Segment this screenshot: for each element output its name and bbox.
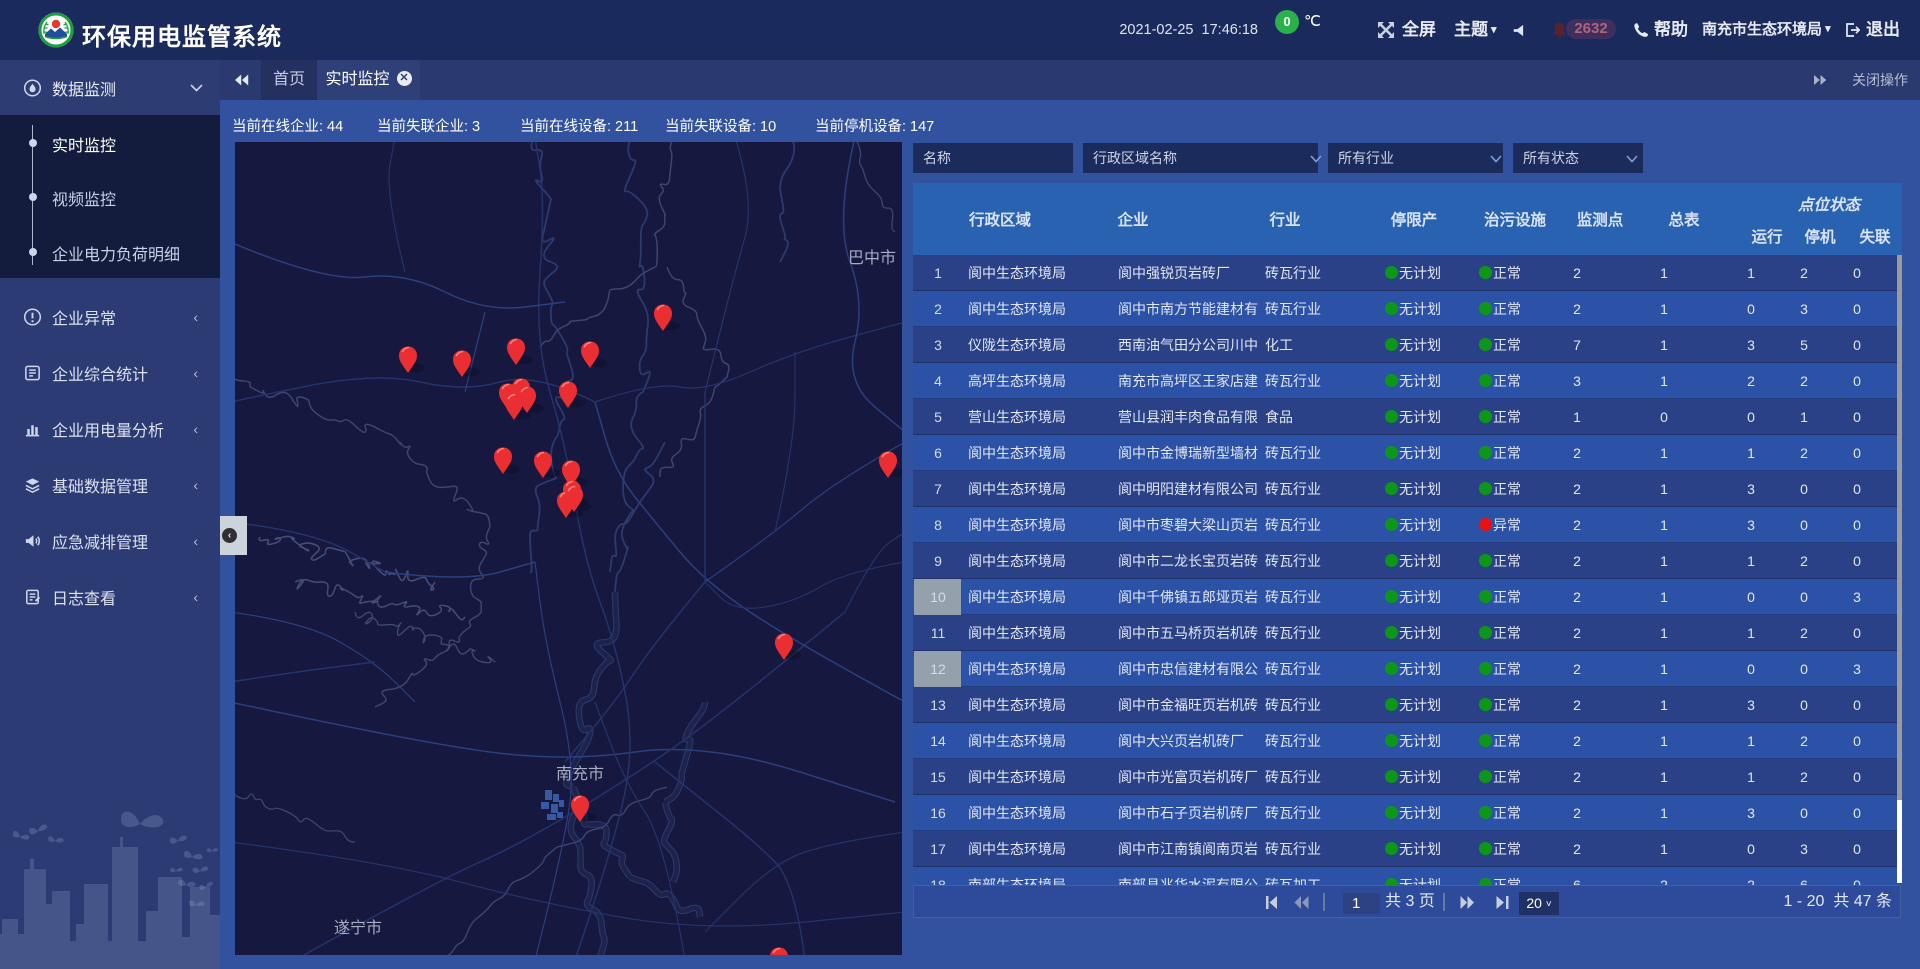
svg-text:遂宁市: 遂宁市: [334, 919, 382, 937]
svg-text:巴中市: 巴中市: [848, 249, 896, 267]
svg-text:南充市: 南充市: [556, 765, 604, 783]
